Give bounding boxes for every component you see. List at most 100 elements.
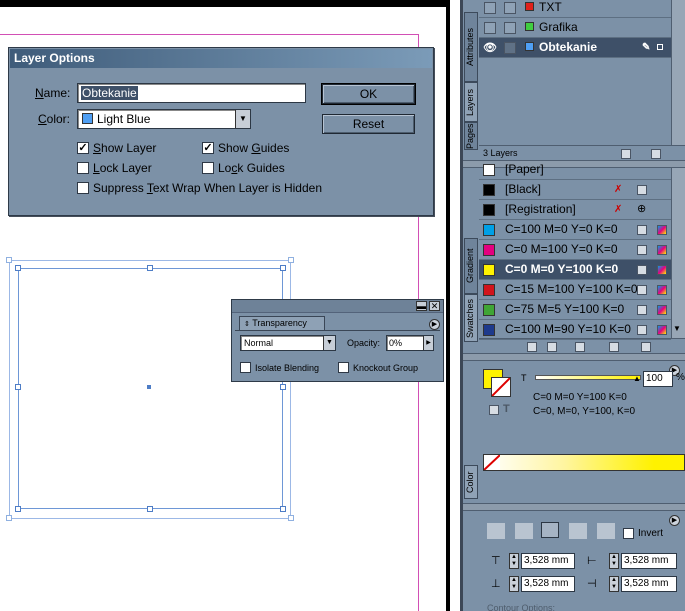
palette-title-bar[interactable]: ▬ ✕ — [232, 300, 443, 313]
formatting-text-icon[interactable]: T — [503, 403, 510, 415]
tab-swatches[interactable]: Swatches — [464, 294, 478, 342]
new-layer-icon[interactable] — [621, 149, 631, 159]
frame-handle-top-center[interactable] — [147, 265, 153, 271]
page-edge-top — [0, 0, 449, 7]
wrap-bounding-box-icon[interactable] — [515, 523, 533, 539]
lock-toggle[interactable] — [504, 22, 516, 34]
cmyk-icon — [657, 265, 667, 275]
layer-color-swatch — [525, 42, 534, 51]
palette-menu-icon[interactable]: ▶ — [429, 319, 440, 330]
color-ramp[interactable] — [483, 454, 685, 471]
reset-button[interactable]: Reset — [322, 114, 415, 134]
lock-toggle[interactable] — [504, 2, 516, 14]
none-color-icon[interactable] — [484, 455, 500, 470]
layer-color-select[interactable]: Light Blue ▼ — [77, 109, 251, 129]
cmyk-icon — [657, 325, 667, 335]
swatches-scrollbar[interactable]: ▼ — [671, 168, 685, 338]
frame-handle-bottom-left[interactable] — [15, 506, 21, 512]
layers-panel: Attributes Layers Pages TXT Grafika 👁 Ob… — [463, 0, 685, 160]
tab-color[interactable]: Color — [464, 465, 478, 499]
chevron-down-icon[interactable]: ▼ — [235, 110, 250, 128]
opacity-input[interactable]: 0% ▶ — [386, 335, 434, 351]
knockout-group-label: Knockout Group — [353, 363, 419, 373]
tab-attributes[interactable]: Attributes — [464, 12, 478, 82]
show-color-swatches-icon[interactable] — [547, 342, 557, 352]
swatch-row[interactable]: C=0 M=100 Y=0 K=0 — [479, 240, 671, 260]
tab-transparency[interactable]: ⇕ Transparency — [239, 316, 325, 330]
bottom-offset-input[interactable]: 3,528 mm — [521, 576, 575, 592]
new-swatch-icon[interactable] — [609, 342, 619, 352]
opacity-slider-icon[interactable]: ▶ — [423, 336, 433, 350]
slider-thumb-icon[interactable]: ▲ — [633, 374, 641, 383]
trash-icon[interactable] — [641, 342, 651, 352]
top-offset-input[interactable]: 3,528 mm — [521, 553, 575, 569]
lock-layer-checkbox[interactable] — [77, 162, 89, 174]
frame-handle-top-left[interactable] — [15, 265, 21, 271]
visibility-toggle[interactable] — [484, 22, 496, 34]
frame-handle-middle-right[interactable] — [280, 384, 286, 390]
lock-guides-checkbox[interactable] — [202, 162, 214, 174]
layer-row[interactable]: Grafika — [479, 18, 671, 38]
palette-menu-icon[interactable]: ▶ — [669, 515, 680, 526]
trash-icon[interactable] — [651, 149, 661, 159]
jump-next-column-icon[interactable] — [597, 523, 615, 539]
suppress-text-wrap-checkbox[interactable] — [77, 182, 89, 194]
tint-slider[interactable] — [535, 375, 641, 380]
swatch-row[interactable]: [Black] ✗ — [479, 180, 671, 200]
show-guides-checkbox[interactable]: ✓ — [202, 142, 214, 154]
frame-handle-bottom-center[interactable] — [147, 506, 153, 512]
tab-gradient[interactable]: Gradient — [464, 238, 478, 294]
tint-input[interactable]: 100 — [643, 371, 673, 387]
formatting-container-icon[interactable] — [489, 405, 499, 415]
tab-layers[interactable]: Layers — [464, 82, 478, 122]
layers-scrollbar[interactable] — [671, 0, 685, 145]
swatch-row[interactable]: C=100 M=90 Y=10 K=0 — [479, 320, 671, 340]
swatch-row[interactable]: C=75 M=5 Y=100 K=0 — [479, 300, 671, 320]
invert-checkbox[interactable] — [623, 528, 634, 539]
show-all-swatches-icon[interactable] — [527, 342, 537, 352]
swatch-row[interactable]: [Paper] — [479, 160, 671, 180]
tab-pages[interactable]: Pages — [464, 122, 478, 150]
blend-mode-select[interactable]: Normal ▼ — [240, 335, 336, 351]
wrap-handle-bottom-left[interactable] — [6, 515, 12, 521]
minimize-icon[interactable]: ▬ — [416, 301, 427, 311]
no-wrap-icon[interactable] — [487, 523, 505, 539]
selection-square-icon[interactable] — [657, 44, 663, 50]
frame-handle-bottom-right[interactable] — [280, 506, 286, 512]
swatch-row[interactable]: [Registration] ✗ ⊕ — [479, 200, 671, 220]
swatch-row[interactable]: C=100 M=0 Y=0 K=0 — [479, 220, 671, 240]
process-color-icon — [637, 225, 647, 235]
eye-icon[interactable]: 👁 — [483, 39, 497, 58]
right-offset-stepper[interactable]: ▲ ▼ — [609, 576, 619, 592]
chevron-down-icon[interactable]: ▼ — [323, 336, 335, 350]
bottom-offset-stepper[interactable]: ▲ ▼ — [509, 576, 519, 592]
wrap-handle-top-left[interactable] — [6, 257, 12, 263]
jump-object-icon[interactable] — [569, 523, 587, 539]
stroke-swatch[interactable] — [491, 377, 511, 397]
wrap-handle-bottom-right[interactable] — [288, 515, 294, 521]
frame-handle-middle-left[interactable] — [15, 384, 21, 390]
wrap-object-shape-icon[interactable] — [541, 522, 559, 538]
knockout-group-checkbox[interactable] — [338, 362, 349, 373]
isolate-blending-checkbox[interactable] — [240, 362, 251, 373]
wrap-handle-top-right[interactable] — [288, 257, 294, 263]
show-gradient-swatches-icon[interactable] — [575, 342, 585, 352]
scroll-down-icon[interactable]: ▼ — [673, 324, 681, 333]
opacity-label: Opacity: — [347, 338, 381, 348]
visibility-toggle[interactable] — [484, 2, 496, 14]
top-offset-stepper[interactable]: ▲ ▼ — [509, 553, 519, 569]
frame-handle-top-right[interactable] — [280, 265, 286, 271]
layer-row[interactable]: TXT — [479, 0, 671, 18]
left-offset-stepper[interactable]: ▲ ▼ — [609, 553, 619, 569]
ok-button[interactable]: OK — [321, 83, 416, 105]
right-offset-input[interactable]: 3,528 mm — [621, 576, 677, 592]
show-layer-checkbox[interactable]: ✓ — [77, 142, 89, 154]
lock-toggle[interactable] — [504, 42, 516, 54]
close-icon[interactable]: ✕ — [429, 301, 440, 311]
swatch-row-selected[interactable]: C=0 M=0 Y=100 K=0 — [479, 260, 671, 280]
layer-row-selected[interactable]: 👁 Obtekanie ✎ — [479, 38, 671, 58]
bottom-offset-icon: ⊥ — [491, 578, 501, 590]
swatch-row[interactable]: C=15 M=100 Y=100 K=0 — [479, 280, 671, 300]
layer-name-input[interactable]: Obtekanie — [77, 83, 306, 103]
left-offset-input[interactable]: 3,528 mm — [621, 553, 677, 569]
